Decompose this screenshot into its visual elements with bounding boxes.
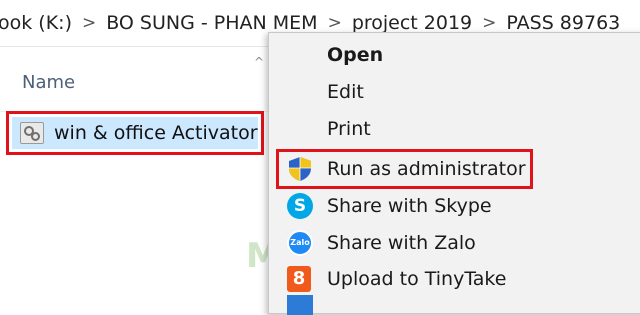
breadcrumb-separator-icon: > bbox=[81, 13, 97, 33]
breadcrumb-folder-bo-sung[interactable]: BO SUNG - PHAN MEM bbox=[102, 12, 321, 34]
menu-item-label: Share with Zalo bbox=[327, 231, 476, 254]
file-item-selection[interactable]: win & office Activator bbox=[12, 117, 258, 149]
menu-item-print[interactable]: Print bbox=[269, 110, 640, 147]
breadcrumb-folder-pass[interactable]: PASS 89763 bbox=[502, 12, 624, 34]
menu-item-label: Run as administrator bbox=[327, 157, 526, 180]
breadcrumb-separator-icon: > bbox=[482, 13, 497, 33]
menu-item-share-skype[interactable]: S Share with Skype bbox=[269, 187, 640, 224]
menu-item-label: Open bbox=[327, 43, 384, 66]
app-icon bbox=[287, 295, 313, 315]
sort-ascending-icon[interactable]: ^ bbox=[254, 55, 264, 69]
breadcrumb-folder-project[interactable]: project 2019 bbox=[348, 12, 476, 34]
menu-item-share-zalo[interactable]: Zalo Share with Zalo bbox=[269, 224, 640, 261]
context-menu: Open Edit Print Run as administrator S S… bbox=[268, 32, 640, 315]
zalo-icon: Zalo bbox=[287, 229, 313, 256]
file-row-selected[interactable]: win & office Activator bbox=[6, 111, 264, 155]
menu-item-run-as-administrator[interactable]: Run as administrator bbox=[269, 150, 640, 187]
settings-shortcut-icon bbox=[20, 122, 44, 144]
file-name: win & office Activator bbox=[54, 122, 258, 144]
menu-item-label: Share with Skype bbox=[327, 194, 492, 217]
uac-shield-icon bbox=[289, 156, 311, 181]
menu-item-label: Upload to TinyTake bbox=[327, 267, 507, 290]
skype-icon: S bbox=[287, 192, 313, 219]
menu-item-edit[interactable]: Edit bbox=[269, 73, 640, 110]
tinytake-icon: 8 bbox=[287, 265, 311, 292]
menu-item-upload-tinytake[interactable]: 8 Upload to TinyTake bbox=[269, 260, 640, 297]
menu-item-label: Print bbox=[327, 117, 371, 140]
breadcrumb-drive[interactable]: ook (K:) bbox=[0, 12, 76, 34]
breadcrumb-separator-icon: > bbox=[327, 13, 342, 33]
menu-item-label: Edit bbox=[327, 80, 364, 103]
column-header-name[interactable]: Name bbox=[22, 72, 75, 93]
menu-item-open[interactable]: Open bbox=[269, 36, 640, 73]
